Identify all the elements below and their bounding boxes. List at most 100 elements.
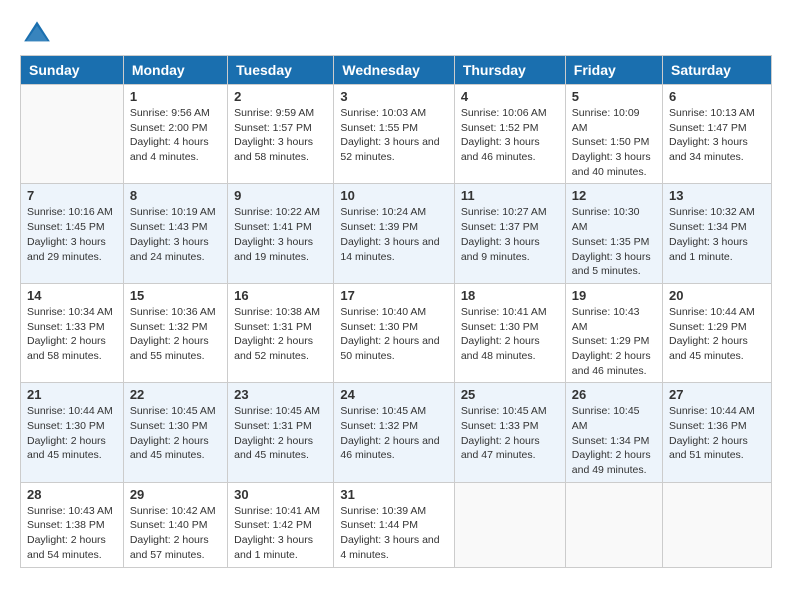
day-info: Sunrise: 10:43 AMSunset: 1:38 PMDaylight…: [27, 504, 117, 563]
day-info: Sunrise: 10:42 AMSunset: 1:40 PMDaylight…: [130, 504, 221, 563]
day-info: Sunrise: 10:19 AMSunset: 1:43 PMDaylight…: [130, 205, 221, 264]
page-header: [20, 20, 772, 45]
calendar-week-1: 1Sunrise: 9:56 AMSunset: 2:00 PMDaylight…: [21, 85, 772, 184]
day-info: Sunrise: 10:45 AMSunset: 1:32 PMDaylight…: [340, 404, 447, 463]
day-number: 5: [572, 89, 656, 104]
calendar-cell: 14Sunrise: 10:34 AMSunset: 1:33 PMDaylig…: [21, 283, 124, 382]
day-info: Sunrise: 10:03 AMSunset: 1:55 PMDaylight…: [340, 106, 447, 165]
calendar-cell: 15 Sunrise: 10:36 AMSunset: 1:32 PMDaylig…: [123, 283, 227, 382]
day-info: Sunrise: 10:32 AMSunset: 1:34 PMDaylight…: [669, 205, 765, 264]
day-number: 15: [130, 288, 221, 303]
day-number: 27: [669, 387, 765, 402]
calendar-cell: 6 Sunrise: 10:13 AMSunset: 1:47 PMDayligh…: [663, 85, 772, 184]
calendar-table: SundayMondayTuesdayWednesdayThursdayFrid…: [20, 55, 772, 568]
calendar-cell: [454, 482, 565, 567]
weekday-header-tuesday: Tuesday: [228, 56, 334, 85]
day-info: Sunrise: 9:59 AMSunset: 1:57 PMDaylight:…: [234, 106, 327, 165]
calendar-cell: 31Sunrise: 10:39 AMSunset: 1:44 PMDaylig…: [334, 482, 454, 567]
weekday-header-row: SundayMondayTuesdayWednesdayThursdayFrid…: [21, 56, 772, 85]
day-info: Sunrise: 10:13 AMSunset: 1:47 PMDaylight…: [669, 106, 765, 165]
calendar-cell: 10 Sunrise: 10:24 AMSunset: 1:39 PMDaylig…: [334, 184, 454, 283]
day-number: 9: [234, 188, 327, 203]
calendar-cell: 24 Sunrise: 10:45 AMSunset: 1:32 PMDaylig…: [334, 383, 454, 482]
day-number: 16: [234, 288, 327, 303]
day-number: 28: [27, 487, 117, 502]
day-number: 29: [130, 487, 221, 502]
day-info: Sunrise: 10:45 AMSunset: 1:30 PMDaylight…: [130, 404, 221, 463]
day-info: Sunrise: 10:45 AMSunset: 1:34 PMDaylight…: [572, 404, 656, 477]
day-number: 21: [27, 387, 117, 402]
calendar-cell: 4 Sunrise: 10:06 AMSunset: 1:52 PMDayligh…: [454, 85, 565, 184]
day-number: 22: [130, 387, 221, 402]
weekday-header-friday: Friday: [565, 56, 662, 85]
calendar-week-5: 28 Sunrise: 10:43 AMSunset: 1:38 PMDaylig…: [21, 482, 772, 567]
day-info: Sunrise: 10:27 AMSunset: 1:37 PMDaylight…: [461, 205, 559, 264]
calendar-cell: 21 Sunrise: 10:44 AMSunset: 1:30 PMDaylig…: [21, 383, 124, 482]
day-info: Sunrise: 10:41 AMSunset: 1:42 PMDaylight…: [234, 504, 327, 563]
calendar-cell: 18Sunrise: 10:41 AMSunset: 1:30 PMDaylig…: [454, 283, 565, 382]
weekday-header-saturday: Saturday: [663, 56, 772, 85]
calendar-cell: 19 Sunrise: 10:43 AMSunset: 1:29 PMDaylig…: [565, 283, 662, 382]
day-number: 11: [461, 188, 559, 203]
weekday-header-monday: Monday: [123, 56, 227, 85]
day-number: 12: [572, 188, 656, 203]
calendar-week-2: 7Sunrise: 10:16 AMSunset: 1:45 PMDayligh…: [21, 184, 772, 283]
day-number: 25: [461, 387, 559, 402]
calendar-cell: 16 Sunrise: 10:38 AMSunset: 1:31 PMDaylig…: [228, 283, 334, 382]
day-number: 2: [234, 89, 327, 104]
calendar-cell: [565, 482, 662, 567]
calendar-cell: 2 Sunrise: 9:59 AMSunset: 1:57 PMDaylight…: [228, 85, 334, 184]
day-number: 6: [669, 89, 765, 104]
day-number: 19: [572, 288, 656, 303]
calendar-cell: 12 Sunrise: 10:30 AMSunset: 1:35 PMDaylig…: [565, 184, 662, 283]
calendar-cell: 25 Sunrise: 10:45 AMSunset: 1:33 PMDaylig…: [454, 383, 565, 482]
day-info: Sunrise: 10:45 AMSunset: 1:33 PMDaylight…: [461, 404, 559, 463]
calendar-cell: 1Sunrise: 9:56 AMSunset: 2:00 PMDaylight…: [123, 85, 227, 184]
day-number: 8: [130, 188, 221, 203]
day-info: Sunrise: 10:44 AMSunset: 1:36 PMDaylight…: [669, 404, 765, 463]
day-number: 30: [234, 487, 327, 502]
calendar-cell: 11 Sunrise: 10:27 AMSunset: 1:37 PMDaylig…: [454, 184, 565, 283]
day-info: Sunrise: 10:22 AMSunset: 1:41 PMDaylight…: [234, 205, 327, 264]
calendar-cell: 17Sunrise: 10:40 AMSunset: 1:30 PMDaylig…: [334, 283, 454, 382]
day-info: Sunrise: 10:38 AMSunset: 1:31 PMDaylight…: [234, 305, 327, 364]
calendar-cell: 5 Sunrise: 10:09 AMSunset: 1:50 PMDayligh…: [565, 85, 662, 184]
day-info: Sunrise: 9:56 AMSunset: 2:00 PMDaylight:…: [130, 106, 221, 165]
calendar-cell: 27 Sunrise: 10:44 AMSunset: 1:36 PMDaylig…: [663, 383, 772, 482]
day-info: Sunrise: 10:44 AMSunset: 1:30 PMDaylight…: [27, 404, 117, 463]
calendar-week-3: 14Sunrise: 10:34 AMSunset: 1:33 PMDaylig…: [21, 283, 772, 382]
day-info: Sunrise: 10:41 AMSunset: 1:30 PMDaylight…: [461, 305, 559, 364]
day-number: 13: [669, 188, 765, 203]
day-info: Sunrise: 10:39 AMSunset: 1:44 PMDaylight…: [340, 504, 447, 563]
day-number: 23: [234, 387, 327, 402]
logo-icon: [22, 20, 52, 45]
day-info: Sunrise: 10:24 AMSunset: 1:39 PMDaylight…: [340, 205, 447, 264]
day-number: 3: [340, 89, 447, 104]
day-number: 17: [340, 288, 447, 303]
day-info: Sunrise: 10:06 AMSunset: 1:52 PMDaylight…: [461, 106, 559, 165]
day-info: Sunrise: 10:45 AMSunset: 1:31 PMDaylight…: [234, 404, 327, 463]
calendar-cell: 23 Sunrise: 10:45 AMSunset: 1:31 PMDaylig…: [228, 383, 334, 482]
calendar-cell: 22 Sunrise: 10:45 AMSunset: 1:30 PMDaylig…: [123, 383, 227, 482]
day-number: 10: [340, 188, 447, 203]
calendar-cell: 9 Sunrise: 10:22 AMSunset: 1:41 PMDayligh…: [228, 184, 334, 283]
day-info: Sunrise: 10:30 AMSunset: 1:35 PMDaylight…: [572, 205, 656, 278]
calendar-cell: 28 Sunrise: 10:43 AMSunset: 1:38 PMDaylig…: [21, 482, 124, 567]
calendar-cell: 26Sunrise: 10:45 AMSunset: 1:34 PMDaylig…: [565, 383, 662, 482]
calendar-week-4: 21 Sunrise: 10:44 AMSunset: 1:30 PMDaylig…: [21, 383, 772, 482]
day-info: Sunrise: 10:43 AMSunset: 1:29 PMDaylight…: [572, 305, 656, 378]
calendar-cell: [663, 482, 772, 567]
day-number: 24: [340, 387, 447, 402]
day-number: 4: [461, 89, 559, 104]
calendar-cell: 13 Sunrise: 10:32 AMSunset: 1:34 PMDaylig…: [663, 184, 772, 283]
calendar-cell: 3 Sunrise: 10:03 AMSunset: 1:55 PMDayligh…: [334, 85, 454, 184]
weekday-header-wednesday: Wednesday: [334, 56, 454, 85]
calendar-cell: [21, 85, 124, 184]
calendar-cell: 8 Sunrise: 10:19 AMSunset: 1:43 PMDayligh…: [123, 184, 227, 283]
weekday-header-thursday: Thursday: [454, 56, 565, 85]
day-info: Sunrise: 10:44 AMSunset: 1:29 PMDaylight…: [669, 305, 765, 364]
day-info: Sunrise: 10:09 AMSunset: 1:50 PMDaylight…: [572, 106, 656, 179]
day-info: Sunrise: 10:36 AMSunset: 1:32 PMDaylight…: [130, 305, 221, 364]
calendar-cell: 7Sunrise: 10:16 AMSunset: 1:45 PMDayligh…: [21, 184, 124, 283]
day-number: 20: [669, 288, 765, 303]
